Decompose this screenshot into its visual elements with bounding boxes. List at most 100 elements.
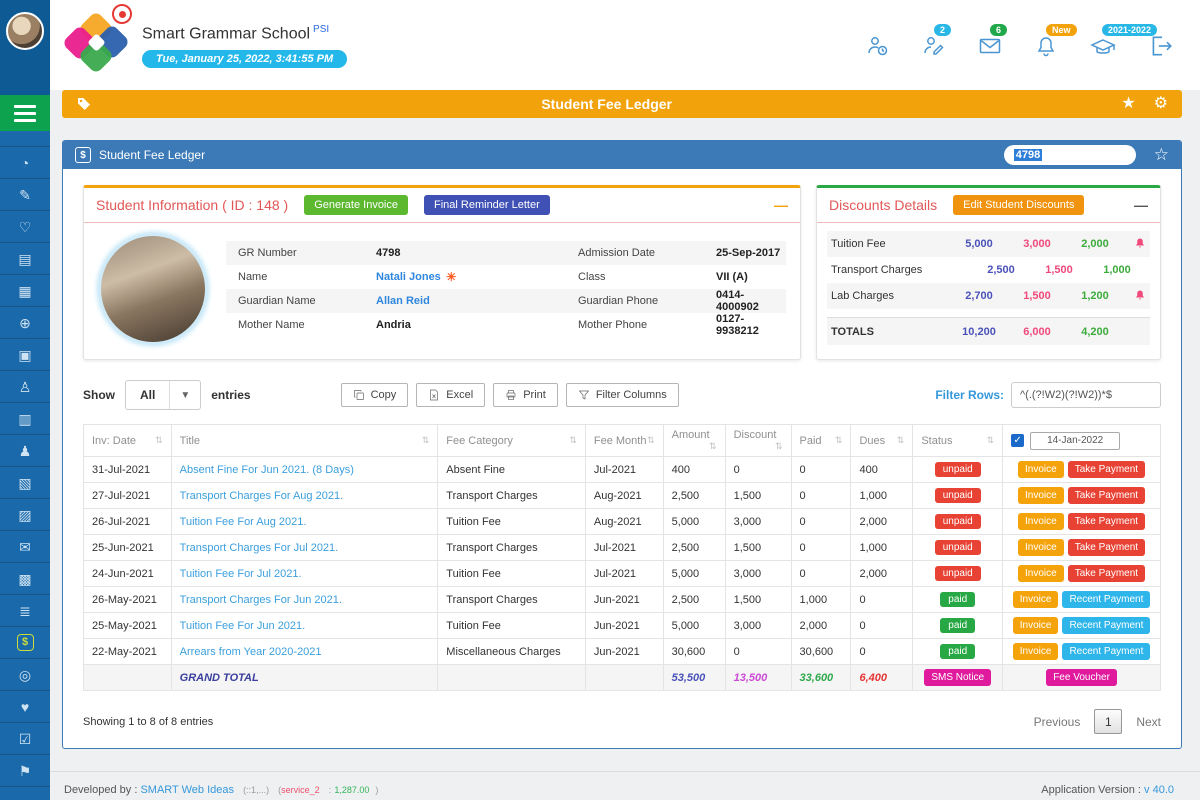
mail-icon[interactable]: 6 [978,34,1002,58]
fee-title-link[interactable]: Tuition Fee For Jun 2021. [180,620,306,632]
payment-action-button[interactable]: Take Payment [1068,461,1145,478]
user-edit-icon[interactable]: 2 [922,34,946,58]
date-filter-input[interactable] [1030,432,1120,450]
sidebar-item[interactable]: ≣ [0,595,50,627]
fee-title-link[interactable]: Absent Fine For Jun 2021. (8 Days) [180,464,354,476]
invoice-button[interactable]: Invoice [1018,461,1064,478]
page-length-select[interactable]: All ▼ [125,380,201,410]
page-length-value: All [126,381,170,409]
fee-title-link[interactable]: Transport Charges For Jul 2021. [180,542,339,554]
payment-action-button[interactable]: Recent Payment [1062,591,1150,608]
sidebar-item[interactable]: ♟ [0,435,50,467]
date-filter-checkbox[interactable]: ✓ [1011,434,1024,447]
col-paid[interactable]: Paid⇅ [791,425,851,457]
fee-title-link[interactable]: Arrears from Year 2020-2021 [180,646,322,658]
sidebar-item[interactable]: ▧ [0,467,50,499]
sidebar-item[interactable]: ♥ [0,691,50,723]
sort-icon: ⇅ [897,435,905,446]
fee-title-link[interactable]: Tuition Fee For Aug 2021. [180,516,307,528]
collapse-discounts-card-button[interactable]: — [1134,197,1148,213]
sidebar-item[interactable]: ▦ [0,275,50,307]
favorite-star-icon[interactable]: ★ [1121,96,1135,112]
col-amount[interactable]: Amount⇅ [663,425,725,457]
page-number-button[interactable]: 1 [1094,709,1122,734]
invoice-button[interactable]: Invoice [1013,591,1059,608]
sidebar-item[interactable]: ▤ [0,243,50,275]
user-avatar[interactable] [6,12,44,50]
sidebar-item[interactable]: ⚑ [0,755,50,787]
col-fee-month[interactable]: Fee Month⇅ [585,425,663,457]
ledger-search-input[interactable]: 4798 [1004,145,1136,165]
sidebar-item[interactable]: ♙ [0,371,50,403]
generate-invoice-button[interactable]: Generate Invoice [304,195,408,215]
collapse-student-card-button[interactable]: — [774,197,788,213]
col-discount[interactable]: Discount⇅ [725,425,791,457]
col-status[interactable]: Status⇅ [913,425,1003,457]
sidebar-item[interactable]: ✎ [0,179,50,211]
cell-paid: 2,000 [791,613,851,639]
excel-button[interactable]: Excel [416,383,485,407]
sidebar-item[interactable]: ▨ [0,499,50,531]
table-controls: Show All ▼ entries Copy Excel [83,380,1161,410]
sidebar-item[interactable]: ♡ [0,211,50,243]
col-inv-date[interactable]: Inv: Date⇅ [84,425,172,457]
previous-page-button[interactable]: Previous [1034,715,1081,729]
next-page-button[interactable]: Next [1136,715,1161,729]
reminder-bell-icon[interactable] [1124,237,1146,252]
invoice-button[interactable]: Invoice [1013,617,1059,634]
fee-title-link[interactable]: Tuition Fee For Jul 2021. [180,568,302,580]
final-reminder-letter-button[interactable]: Final Reminder Letter [424,195,550,215]
fee-title-link[interactable]: Transport Charges For Aug 2021. [180,490,343,502]
school-name: Smart Grammar SchoolPSI [142,24,347,43]
sidebar-item[interactable]: ▥ [0,403,50,435]
sidebar-item[interactable]: ◎ [0,659,50,691]
graduation-cap-icon[interactable]: 2021-2022 [1090,34,1116,58]
col-title[interactable]: Title⇅ [171,425,438,457]
payment-action-button[interactable]: Take Payment [1068,513,1145,530]
panel-star-icon[interactable]: ☆ [1154,145,1169,165]
payment-action-button[interactable]: Recent Payment [1062,643,1150,660]
sidebar-item[interactable]: ✉ [0,531,50,563]
invoice-button[interactable]: Invoice [1013,643,1059,660]
copy-button[interactable]: Copy [341,383,409,407]
developer-link[interactable]: SMART Web Ideas [140,784,234,796]
logout-icon[interactable] [1148,33,1174,59]
fee-voucher-button[interactable]: Fee Voucher [1046,669,1117,686]
settings-gears-icon[interactable]: ⚙ [1154,96,1168,112]
field-value-text[interactable]: 4798 [376,247,400,259]
menu-toggle-button[interactable] [0,95,50,131]
edit-student-discounts-button[interactable]: Edit Student Discounts [953,195,1084,215]
sidebar-item[interactable]: ▣ [0,339,50,371]
field-value-text[interactable]: Natali Jones [376,271,441,283]
payment-action-button[interactable]: Take Payment [1068,539,1145,556]
sidebar-item[interactable]: ▩ [0,563,50,595]
sidebar-item-icon: ♥ [21,700,29,714]
fee-title-link[interactable]: Transport Charges For Jun 2021. [180,594,342,606]
filter-columns-button[interactable]: Filter Columns [566,383,679,407]
payment-action-button[interactable]: Take Payment [1068,487,1145,504]
datetime-pill: Tue, January 25, 2022, 3:41:55 PM [142,50,347,68]
invoice-button[interactable]: Invoice [1018,565,1064,582]
field-value-text[interactable]: Andria [376,319,411,331]
table-header-row: Inv: Date⇅ Title⇅ Fee Category⇅ Fee Mont… [84,425,1161,457]
sidebar-item[interactable]: ☑ [0,723,50,755]
invoice-button[interactable]: Invoice [1018,487,1064,504]
reminder-bell-icon[interactable] [1124,289,1146,304]
sidebar-item-icon: $ [17,634,34,651]
col-dues[interactable]: Dues⇅ [851,425,913,457]
bell-icon[interactable]: New [1034,34,1058,58]
sidebar-item[interactable]: $ [0,627,50,659]
filter-rows-input[interactable] [1011,382,1161,408]
cell-paid: 0 [791,509,851,535]
field-value-text[interactable]: Allan Reid [376,295,430,307]
payment-action-button[interactable]: Recent Payment [1062,617,1150,634]
col-fee-category[interactable]: Fee Category⇅ [438,425,586,457]
sms-notice-button[interactable]: SMS Notice [924,669,991,686]
invoice-button[interactable]: Invoice [1018,513,1064,530]
sidebar-item[interactable]: ⊕ [0,307,50,339]
invoice-button[interactable]: Invoice [1018,539,1064,556]
sidebar-item[interactable]: ◔ [0,147,50,179]
print-button[interactable]: Print [493,383,558,407]
user-clock-icon[interactable] [866,34,890,58]
payment-action-button[interactable]: Take Payment [1068,565,1145,582]
